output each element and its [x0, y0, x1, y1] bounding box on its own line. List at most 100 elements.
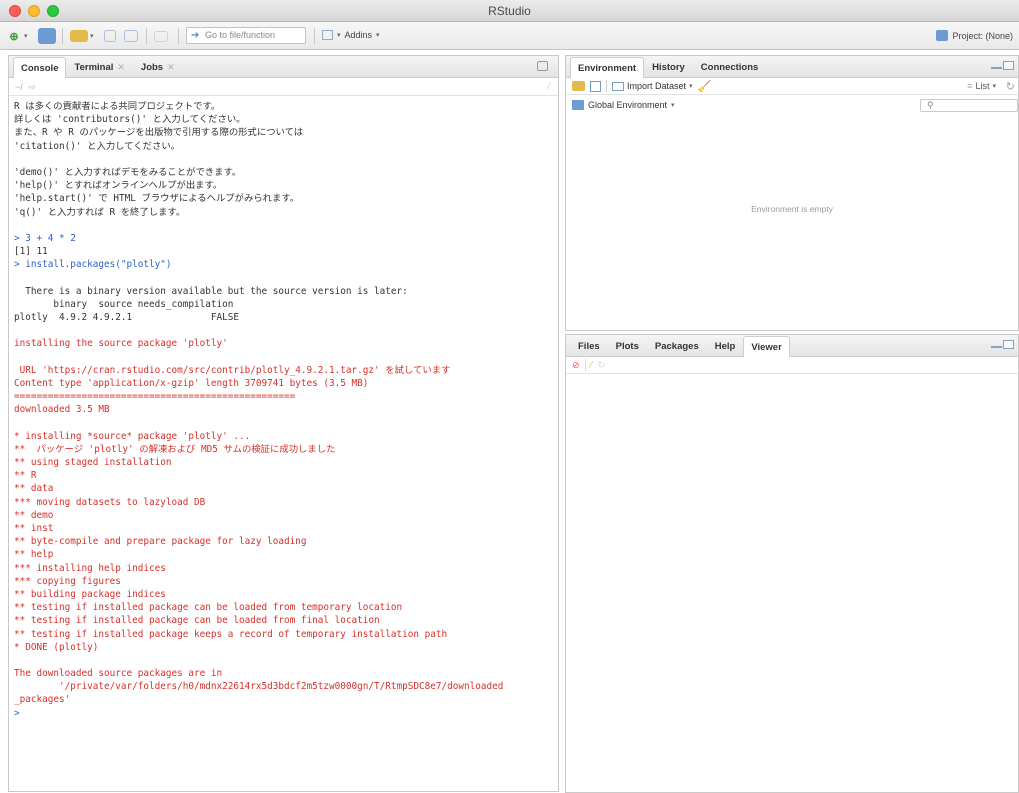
- tab-environment[interactable]: Environment: [570, 57, 645, 78]
- tab-connections[interactable]: Connections: [693, 57, 767, 77]
- viewer-toolbar: ⊘ ⁄ ↻: [566, 357, 1018, 374]
- broom-icon[interactable]: 🧹: [698, 80, 712, 93]
- tab-viewer[interactable]: Viewer: [743, 336, 790, 357]
- toolbar-divider: [178, 28, 179, 44]
- stop-icon[interactable]: ⊘: [572, 360, 580, 371]
- chevron-down-icon: ▾: [992, 83, 996, 90]
- maximize-pane-icon[interactable]: [1003, 61, 1014, 70]
- console-line: Content type 'application/x-gzip' length…: [14, 377, 369, 389]
- r-environment-icon: [572, 99, 584, 110]
- console-line: *** installing help indices: [14, 562, 166, 574]
- console-line: ** data: [14, 483, 54, 495]
- list-view-button[interactable]: ≡ List ▾: [967, 81, 996, 91]
- broom-icon[interactable]: ⁄: [591, 360, 593, 371]
- close-icon[interactable]: ✕: [117, 62, 125, 73]
- save-all-icon: [124, 30, 138, 42]
- project-icon: [38, 28, 56, 44]
- console-line: '/private/var/folders/h0/mdnx22614rx5d3b…: [14, 681, 504, 693]
- chevron-down-icon: ▾: [337, 32, 341, 39]
- toolbar-divider: [584, 359, 586, 371]
- console-line: ** testing if installed package keeps a …: [14, 628, 448, 640]
- close-icon[interactable]: ✕: [167, 62, 175, 73]
- import-dataset-button[interactable]: Import Dataset ▾: [612, 81, 693, 91]
- clear-console-icon[interactable]: ⁄: [548, 81, 550, 92]
- global-environment-dropdown[interactable]: Global Environment ▾: [572, 99, 675, 110]
- console-line: > 3 + 4 * 2: [14, 232, 76, 244]
- tab-label: History: [652, 62, 685, 73]
- goto-file-placeholder: Go to file/function: [205, 30, 276, 40]
- save-icon: [104, 30, 116, 42]
- console-line: > install.packages("plotly"): [14, 259, 172, 271]
- new-project-button[interactable]: [38, 28, 56, 44]
- tab-label: Jobs: [140, 62, 164, 73]
- env-toolbar: Import Dataset ▾ 🧹 ≡ List ▾ ↻: [566, 78, 1018, 95]
- tab-terminal[interactable]: Terminal ✕: [66, 57, 132, 77]
- window-title: RStudio: [488, 4, 531, 18]
- console-line: [1] 11: [14, 246, 48, 258]
- console-output[interactable]: R は多くの貢献者による共同プロジェクトです。 詳しくは 'contributor…: [14, 100, 554, 789]
- console-path-bar: ~/ ⇨ ⁄: [9, 78, 558, 96]
- open-folder-icon[interactable]: [572, 81, 585, 91]
- maximize-pane-icon[interactable]: [1003, 340, 1014, 349]
- chevron-down-icon: ▾: [689, 83, 693, 90]
- tab-jobs[interactable]: Jobs ✕: [133, 57, 183, 77]
- tab-files[interactable]: Files: [570, 336, 608, 356]
- console-line: ========================================…: [14, 391, 296, 403]
- tab-console[interactable]: Console: [13, 57, 67, 78]
- import-dataset-label: Import Dataset: [627, 81, 687, 91]
- save-icon[interactable]: [590, 80, 601, 92]
- console-line: * DONE (plotly): [14, 641, 99, 653]
- addins-menu[interactable]: ▾ Addins ▾: [322, 30, 380, 40]
- console-line: ** パッケージ 'plotly' の解凍および MD5 サムの検証に成功しまし…: [14, 443, 336, 455]
- tab-label: Plots: [615, 341, 639, 352]
- console-line: ** testing if installed package can be l…: [14, 602, 403, 614]
- goto-file-input[interactable]: ➔ Go to file/function: [186, 27, 306, 44]
- chevron-down-icon: ▾: [376, 32, 380, 39]
- tab-label: Console: [21, 62, 59, 74]
- tab-packages[interactable]: Packages: [647, 336, 707, 356]
- save-button[interactable]: [104, 28, 116, 44]
- console-line: 'q()' と入力すれば R を終了します。: [14, 206, 186, 218]
- console-line: binary source needs_compilation: [14, 298, 234, 310]
- console-line: * installing *source* package 'plotly' .…: [14, 430, 251, 442]
- project-menu[interactable]: Project: (None): [936, 30, 1013, 41]
- toolbar-divider: [146, 28, 147, 44]
- chevron-down-icon: ▾: [24, 33, 28, 40]
- console-line: installing the source package 'plotly': [14, 338, 228, 350]
- environment-search-input[interactable]: ⚲: [920, 99, 1018, 112]
- project-label: Project: (None): [952, 30, 1013, 41]
- console-line: ** building package indices: [14, 588, 166, 600]
- console-line: *** copying figures: [14, 575, 121, 587]
- open-file-button[interactable]: ▾: [70, 28, 94, 44]
- console-line: 詳しくは 'contributors()' と入力してください。: [14, 114, 246, 126]
- addins-label: Addins: [344, 30, 373, 40]
- arrow-right-icon[interactable]: ⇨: [28, 82, 36, 92]
- tab-help[interactable]: Help: [707, 336, 744, 356]
- console-line: There is a binary version available but …: [14, 285, 408, 297]
- console-path: ~/: [15, 82, 23, 92]
- minimize-pane-icon[interactable]: [991, 61, 1002, 69]
- console-line: URL 'https://cran.rstudio.com/src/contri…: [14, 364, 451, 376]
- console-tabbar: Console Terminal ✕ Jobs ✕: [9, 56, 558, 78]
- tab-plots[interactable]: Plots: [608, 336, 647, 356]
- print-button[interactable]: [154, 28, 168, 44]
- tab-label: Terminal: [74, 62, 114, 73]
- console-line: ** help: [14, 549, 54, 561]
- minimize-pane-icon[interactable]: [991, 340, 1002, 348]
- scope-label: Global Environment: [588, 99, 668, 110]
- new-file-button[interactable]: ⊕ ▾: [6, 28, 28, 44]
- console-line: ** using staged installation: [14, 457, 172, 469]
- save-all-button[interactable]: [124, 28, 138, 44]
- refresh-icon[interactable]: ↻: [597, 360, 605, 371]
- refresh-icon[interactable]: ↻: [1006, 80, 1015, 93]
- console-line: ** R: [14, 470, 37, 482]
- maximize-pane-icon[interactable]: [537, 61, 548, 71]
- tab-history[interactable]: History: [644, 57, 693, 77]
- console-line: また、R や R のパッケージを出版物で引用する際の形式については: [14, 127, 304, 139]
- print-icon: [154, 30, 168, 42]
- console-line: downloaded 3.5 MB: [14, 404, 110, 416]
- tab-label: Environment: [578, 62, 637, 74]
